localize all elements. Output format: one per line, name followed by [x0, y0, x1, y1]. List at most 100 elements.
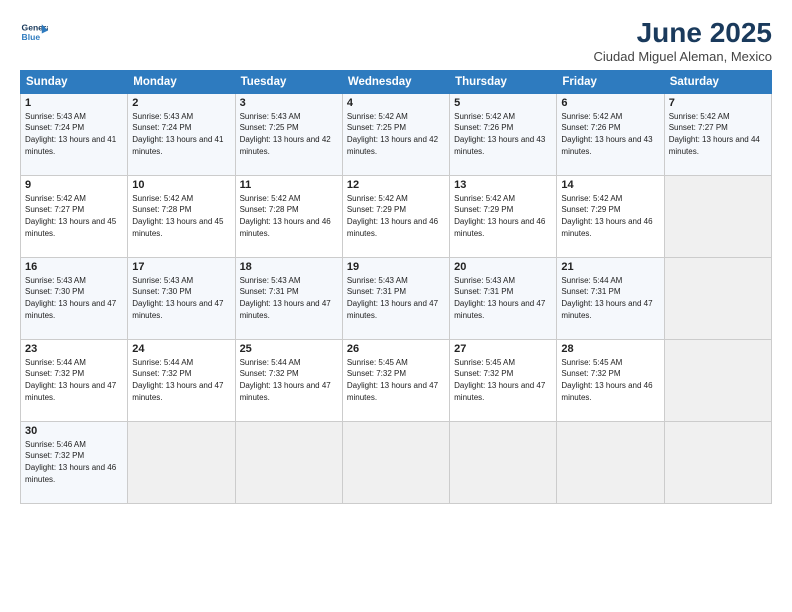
- calendar-cell: 1 Sunrise: 5:43 AMSunset: 7:24 PMDaylight…: [21, 93, 128, 175]
- day-info: Sunrise: 5:43 AMSunset: 7:30 PMDaylight:…: [132, 275, 230, 321]
- day-info: Sunrise: 5:42 AMSunset: 7:29 PMDaylight:…: [561, 193, 659, 239]
- day-number: 5: [454, 97, 552, 109]
- calendar-cell: [664, 339, 771, 421]
- day-number: 23: [25, 343, 123, 355]
- header: General Blue June 2025 Ciudad Miguel Ale…: [20, 18, 772, 64]
- title-block: June 2025 Ciudad Miguel Aleman, Mexico: [594, 18, 772, 64]
- week-row-3: 16 Sunrise: 5:43 AMSunset: 7:30 PMDayligh…: [21, 257, 772, 339]
- calendar-cell: 30 Sunrise: 5:46 AMSunset: 7:32 PMDayligh…: [21, 421, 128, 503]
- day-info: Sunrise: 5:44 AMSunset: 7:31 PMDaylight:…: [561, 275, 659, 321]
- calendar-cell: 5 Sunrise: 5:42 AMSunset: 7:26 PMDaylight…: [450, 93, 557, 175]
- day-number: 1: [25, 97, 123, 109]
- calendar-cell: 19 Sunrise: 5:43 AMSunset: 7:31 PMDayligh…: [342, 257, 449, 339]
- day-number: 30: [25, 425, 123, 437]
- calendar-cell: [664, 257, 771, 339]
- calendar-cell: 27 Sunrise: 5:45 AMSunset: 7:32 PMDayligh…: [450, 339, 557, 421]
- svg-text:Blue: Blue: [22, 32, 41, 42]
- day-number: 27: [454, 343, 552, 355]
- day-info: Sunrise: 5:42 AMSunset: 7:29 PMDaylight:…: [347, 193, 445, 239]
- weekday-header-thursday: Thursday: [450, 70, 557, 93]
- day-info: Sunrise: 5:43 AMSunset: 7:24 PMDaylight:…: [132, 111, 230, 157]
- day-number: 11: [240, 179, 338, 191]
- day-number: 24: [132, 343, 230, 355]
- calendar-cell: 28 Sunrise: 5:45 AMSunset: 7:32 PMDayligh…: [557, 339, 664, 421]
- calendar-cell: 3 Sunrise: 5:43 AMSunset: 7:25 PMDaylight…: [235, 93, 342, 175]
- calendar-cell: [342, 421, 449, 503]
- calendar-cell: 12 Sunrise: 5:42 AMSunset: 7:29 PMDayligh…: [342, 175, 449, 257]
- day-number: 14: [561, 179, 659, 191]
- day-number: 4: [347, 97, 445, 109]
- week-row-5: 30 Sunrise: 5:46 AMSunset: 7:32 PMDayligh…: [21, 421, 772, 503]
- calendar-cell: 11 Sunrise: 5:42 AMSunset: 7:28 PMDayligh…: [235, 175, 342, 257]
- calendar-cell: 26 Sunrise: 5:45 AMSunset: 7:32 PMDayligh…: [342, 339, 449, 421]
- day-number: 20: [454, 261, 552, 273]
- day-info: Sunrise: 5:43 AMSunset: 7:31 PMDaylight:…: [454, 275, 552, 321]
- day-info: Sunrise: 5:45 AMSunset: 7:32 PMDaylight:…: [347, 357, 445, 403]
- day-number: 3: [240, 97, 338, 109]
- weekday-header-friday: Friday: [557, 70, 664, 93]
- calendar-cell: 4 Sunrise: 5:42 AMSunset: 7:25 PMDaylight…: [342, 93, 449, 175]
- calendar-cell: [664, 421, 771, 503]
- week-row-4: 23 Sunrise: 5:44 AMSunset: 7:32 PMDayligh…: [21, 339, 772, 421]
- calendar-cell: 18 Sunrise: 5:43 AMSunset: 7:31 PMDayligh…: [235, 257, 342, 339]
- day-number: 12: [347, 179, 445, 191]
- calendar-cell: 6 Sunrise: 5:42 AMSunset: 7:26 PMDaylight…: [557, 93, 664, 175]
- day-info: Sunrise: 5:42 AMSunset: 7:27 PMDaylight:…: [669, 111, 767, 157]
- day-info: Sunrise: 5:46 AMSunset: 7:32 PMDaylight:…: [25, 439, 123, 485]
- calendar-cell: 25 Sunrise: 5:44 AMSunset: 7:32 PMDayligh…: [235, 339, 342, 421]
- day-number: 28: [561, 343, 659, 355]
- calendar-cell: [557, 421, 664, 503]
- day-info: Sunrise: 5:44 AMSunset: 7:32 PMDaylight:…: [240, 357, 338, 403]
- day-info: Sunrise: 5:43 AMSunset: 7:25 PMDaylight:…: [240, 111, 338, 157]
- day-number: 19: [347, 261, 445, 273]
- day-info: Sunrise: 5:44 AMSunset: 7:32 PMDaylight:…: [25, 357, 123, 403]
- day-info: Sunrise: 5:42 AMSunset: 7:26 PMDaylight:…: [561, 111, 659, 157]
- calendar-cell: 9Sunrise: 5:42 AMSunset: 7:27 PMDaylight…: [21, 175, 128, 257]
- calendar-cell: 10Sunrise: 5:42 AMSunset: 7:28 PMDayligh…: [128, 175, 235, 257]
- day-number: 25: [240, 343, 338, 355]
- day-number: 6: [561, 97, 659, 109]
- weekday-header-row: SundayMondayTuesdayWednesdayThursdayFrid…: [21, 70, 772, 93]
- month-year: June 2025: [594, 18, 772, 49]
- calendar-cell: 20 Sunrise: 5:43 AMSunset: 7:31 PMDayligh…: [450, 257, 557, 339]
- calendar-cell: 2 Sunrise: 5:43 AMSunset: 7:24 PMDaylight…: [128, 93, 235, 175]
- logo-icon: General Blue: [20, 18, 48, 46]
- calendar-cell: [450, 421, 557, 503]
- day-info: Sunrise: 5:43 AMSunset: 7:24 PMDaylight:…: [25, 111, 123, 157]
- week-row-1: 1 Sunrise: 5:43 AMSunset: 7:24 PMDaylight…: [21, 93, 772, 175]
- day-number: 10: [132, 179, 230, 191]
- calendar-cell: 24 Sunrise: 5:44 AMSunset: 7:32 PMDayligh…: [128, 339, 235, 421]
- day-info: Sunrise: 5:42 AMSunset: 7:25 PMDaylight:…: [347, 111, 445, 157]
- calendar-cell: [664, 175, 771, 257]
- calendar-cell: [235, 421, 342, 503]
- day-info: Sunrise: 5:43 AMSunset: 7:31 PMDaylight:…: [240, 275, 338, 321]
- day-number: 16: [25, 261, 123, 273]
- calendar-cell: 21Sunrise: 5:44 AMSunset: 7:31 PMDayligh…: [557, 257, 664, 339]
- day-info: Sunrise: 5:45 AMSunset: 7:32 PMDaylight:…: [561, 357, 659, 403]
- calendar-cell: 17 Sunrise: 5:43 AMSunset: 7:30 PMDayligh…: [128, 257, 235, 339]
- day-number: 26: [347, 343, 445, 355]
- day-info: Sunrise: 5:43 AMSunset: 7:31 PMDaylight:…: [347, 275, 445, 321]
- weekday-header-saturday: Saturday: [664, 70, 771, 93]
- weekday-header-monday: Monday: [128, 70, 235, 93]
- location: Ciudad Miguel Aleman, Mexico: [594, 49, 772, 64]
- day-number: 17: [132, 261, 230, 273]
- day-info: Sunrise: 5:42 AMSunset: 7:28 PMDaylight:…: [240, 193, 338, 239]
- logo: General Blue: [20, 18, 48, 46]
- calendar-cell: 16 Sunrise: 5:43 AMSunset: 7:30 PMDayligh…: [21, 257, 128, 339]
- day-info: Sunrise: 5:45 AMSunset: 7:32 PMDaylight:…: [454, 357, 552, 403]
- day-info: Sunrise: 5:44 AMSunset: 7:32 PMDaylight:…: [132, 357, 230, 403]
- calendar-cell: 13Sunrise: 5:42 AMSunset: 7:29 PMDayligh…: [450, 175, 557, 257]
- calendar-cell: 14 Sunrise: 5:42 AMSunset: 7:29 PMDayligh…: [557, 175, 664, 257]
- day-number: 18: [240, 261, 338, 273]
- day-number: 9: [25, 179, 123, 191]
- day-info: Sunrise: 5:42 AMSunset: 7:26 PMDaylight:…: [454, 111, 552, 157]
- day-number: 2: [132, 97, 230, 109]
- day-number: 7: [669, 97, 767, 109]
- weekday-header-tuesday: Tuesday: [235, 70, 342, 93]
- day-info: Sunrise: 5:43 AMSunset: 7:30 PMDaylight:…: [25, 275, 123, 321]
- calendar-cell: [128, 421, 235, 503]
- day-number: 13: [454, 179, 552, 191]
- calendar-cell: 7 Sunrise: 5:42 AMSunset: 7:27 PMDaylight…: [664, 93, 771, 175]
- week-row-2: 9Sunrise: 5:42 AMSunset: 7:27 PMDaylight…: [21, 175, 772, 257]
